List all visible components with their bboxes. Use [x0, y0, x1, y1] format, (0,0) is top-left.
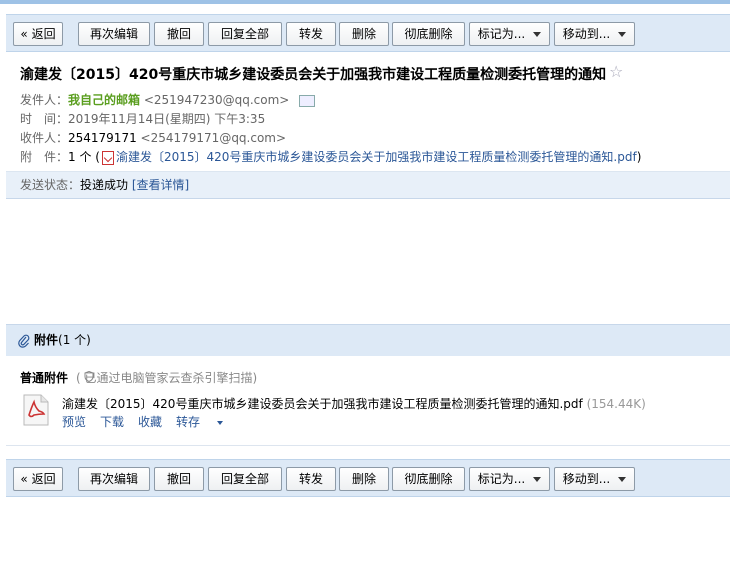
- email-subject: 渝建发〔2015〕420号重庆市城乡建设委员会关于加强我市建设工程质量检测委托管…: [20, 67, 607, 83]
- attachment-actions: 预览 下载 收藏 转存: [62, 413, 237, 430]
- mark-as-dropdown[interactable]: 标记为...: [469, 467, 550, 491]
- star-icon[interactable]: ☆: [609, 62, 623, 81]
- time-label: 时 间：: [20, 112, 69, 126]
- recipient-email: <254179171@qq.com>: [140, 131, 287, 145]
- back-button[interactable]: « 返回: [13, 467, 63, 491]
- move-to-label: 移动到...: [562, 472, 611, 486]
- attachment-file-size: (154.44K): [586, 397, 646, 411]
- collect-link[interactable]: 收藏: [138, 415, 162, 429]
- pdf-file-icon[interactable]: [22, 394, 50, 426]
- attachment-file-row: 渝建发〔2015〕420号重庆市城乡建设委员会关于加强我市建设工程质量检测委托管…: [62, 395, 646, 412]
- edit-again-button[interactable]: 再次编辑: [78, 22, 150, 46]
- attachment-count: 1 个: [68, 150, 92, 164]
- status-value: 投递成功: [80, 178, 129, 192]
- paperclip-icon: [18, 334, 30, 348]
- attachment-paren-close: ): [636, 150, 642, 164]
- download-link[interactable]: 下载: [100, 415, 124, 429]
- sender-name[interactable]: 我自己的邮箱: [68, 93, 140, 107]
- dropdown-arrow-icon: [217, 420, 224, 425]
- dropdown-arrow-icon: [618, 32, 627, 37]
- back-button[interactable]: « 返回: [13, 22, 63, 46]
- bottom-toolbar: « 返回 再次编辑 撤回 回复全部 转发 删除 彻底删除 标记为... 移动到.…: [6, 459, 730, 497]
- attachment-label: 附 件：: [20, 150, 69, 164]
- dropdown-arrow-icon: [533, 477, 542, 482]
- scan-status: ( 已通过电脑管家云查杀引擎扫描): [76, 369, 257, 386]
- move-to-dropdown[interactable]: 移动到...: [554, 467, 635, 491]
- sender-email: <251947230@qq.com>: [143, 93, 290, 107]
- attachment-list: 普通附件 ( 已通过电脑管家云查杀引擎扫描) 渝建发〔2015〕420号重庆市城…: [6, 356, 730, 446]
- dropdown-arrow-icon: [533, 32, 542, 37]
- top-toolbar: « 返回 再次编辑 撤回 回复全部 转发 删除 彻底删除 标记为... 移动到.…: [6, 14, 730, 52]
- recipient-row: 收件人：254179171 <254179171@qq.com>: [20, 129, 286, 146]
- mark-as-label: 标记为...: [477, 472, 526, 486]
- status-detail-link[interactable]: [查看详情]: [132, 178, 189, 192]
- attachment-section-header: 附件(1 个): [6, 324, 730, 356]
- pdf-icon: [101, 150, 114, 165]
- attachment-section-count: (1 个): [58, 333, 91, 347]
- recall-button[interactable]: 撤回: [154, 467, 204, 491]
- move-to-label: 移动到...: [562, 27, 611, 41]
- delete-permanently-button[interactable]: 彻底删除: [392, 467, 465, 491]
- attachment-paren-open: (: [91, 150, 100, 164]
- mark-as-label: 标记为...: [477, 27, 526, 41]
- delete-button[interactable]: 删除: [339, 22, 389, 46]
- reply-all-button[interactable]: 回复全部: [208, 467, 282, 491]
- dropdown-arrow-icon: [618, 477, 627, 482]
- recipient-name[interactable]: 254179171: [68, 131, 137, 145]
- sender-row: 发件人：我自己的邮箱 <251947230@qq.com>: [20, 91, 316, 108]
- status-label: 发送状态：: [20, 178, 81, 192]
- attachment-file-name[interactable]: 渝建发〔2015〕420号重庆市城乡建设委员会关于加强我市建设工程质量检测委托管…: [62, 397, 583, 411]
- reply-all-button[interactable]: 回复全部: [208, 22, 282, 46]
- sender-label: 发件人：: [20, 93, 69, 107]
- delete-permanently-button[interactable]: 彻底删除: [392, 22, 465, 46]
- shield-icon: [84, 371, 94, 382]
- recall-button[interactable]: 撤回: [154, 22, 204, 46]
- recipient-label: 收件人：: [20, 131, 69, 145]
- attachment-section-title: 附件: [34, 333, 59, 347]
- mark-as-dropdown[interactable]: 标记为...: [469, 22, 550, 46]
- time-value: 2019年11月14日(星期四) 下午3:35: [68, 112, 266, 126]
- forward-button[interactable]: 转发: [286, 22, 336, 46]
- forward-button[interactable]: 转发: [286, 467, 336, 491]
- top-border: [0, 0, 730, 4]
- time-row: 时 间：2019年11月14日(星期四) 下午3:35: [20, 110, 265, 127]
- preview-link[interactable]: 预览: [62, 415, 86, 429]
- contact-card-icon[interactable]: [299, 94, 316, 107]
- scan-status-text: ( 已通过电脑管家云查杀引擎扫描): [76, 371, 258, 385]
- save-to-label: 转存: [176, 415, 201, 429]
- delete-button[interactable]: 删除: [339, 467, 389, 491]
- attachment-row: 附 件：1 个 ( 渝建发〔2015〕420号重庆市城乡建设委员会关于加强我市建设…: [20, 148, 641, 165]
- delivery-status-bar: 发送状态：投递成功 [查看详情]: [6, 171, 730, 199]
- edit-again-button[interactable]: 再次编辑: [78, 467, 150, 491]
- normal-attachment-label: 普通附件: [20, 371, 69, 385]
- move-to-dropdown[interactable]: 移动到...: [554, 22, 635, 46]
- attachment-link[interactable]: 渝建发〔2015〕420号重庆市城乡建设委员会关于加强我市建设工程质量检测委托管…: [116, 150, 637, 164]
- save-to-dropdown[interactable]: 转存: [176, 415, 224, 429]
